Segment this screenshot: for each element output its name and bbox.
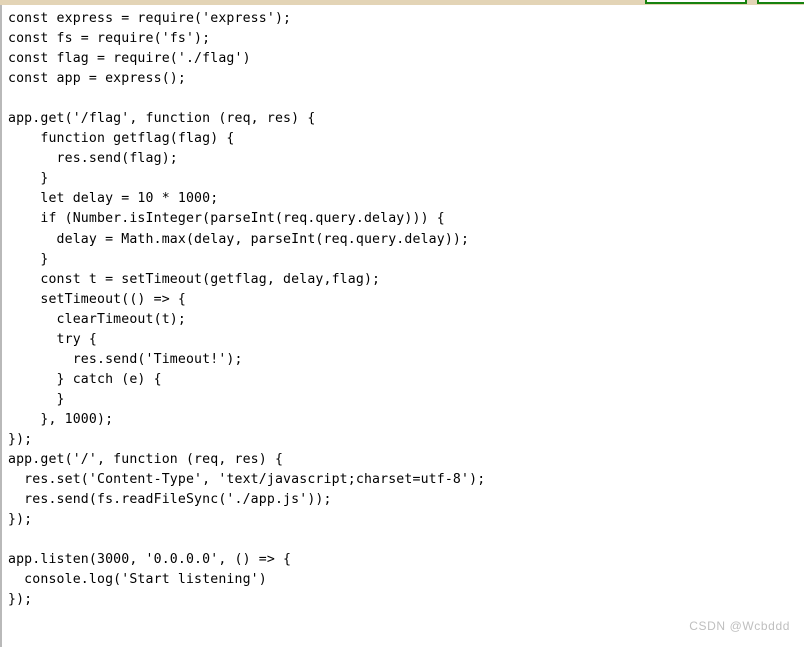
- code-line: console.log('Start listening'): [8, 572, 267, 588]
- code-line: app.listen(3000, '0.0.0.0', () => {: [8, 552, 292, 568]
- code-line: res.send(fs.readFileSync('./app.js'));: [8, 492, 332, 508]
- code-line: }, 1000);: [8, 411, 114, 427]
- code-line: } catch (e) {: [8, 371, 162, 387]
- code-line: });: [8, 592, 33, 608]
- code-line: const express = require('express');: [8, 11, 292, 26]
- code-line: if (Number.isInteger(parseInt(req.query.…: [8, 211, 445, 227]
- code-line: const t = setTimeout(getflag, delay,flag…: [8, 271, 381, 287]
- code-line: const app = express();: [8, 71, 186, 87]
- code-line: clearTimeout(t);: [8, 311, 186, 327]
- code-line: let delay = 10 * 1000;: [8, 191, 219, 207]
- code-listing: const express = require('express'); const…: [8, 9, 485, 610]
- code-line: const fs = require('fs');: [8, 31, 211, 47]
- code-line: res.send('Timeout!');: [8, 351, 243, 367]
- code-line: delay = Math.max(delay, parseInt(req.que…: [8, 231, 470, 247]
- watermark: CSDN @Wcbddd: [689, 619, 790, 633]
- code-line: }: [8, 391, 65, 407]
- code-line: app.get('/flag', function (req, res) {: [8, 111, 316, 127]
- code-line: }: [8, 251, 49, 267]
- code-line: res.set('Content-Type', 'text/javascript…: [8, 472, 486, 488]
- code-line: }: [8, 171, 49, 187]
- code-line: setTimeout(() => {: [8, 291, 186, 307]
- code-line: res.send(flag);: [8, 151, 178, 167]
- top-decoration-bar: [0, 0, 804, 5]
- code-line: function getflag(flag) {: [8, 131, 235, 147]
- code-line: app.get('/', function (req, res) {: [8, 452, 284, 468]
- code-line: try {: [8, 331, 97, 347]
- green-highlight-box-left: [645, 0, 747, 4]
- document-page: const express = require('express'); const…: [0, 5, 804, 647]
- code-line: });: [8, 431, 33, 447]
- green-highlight-box-right: [757, 0, 804, 4]
- code-line: const flag = require('./flag'): [8, 51, 251, 67]
- code-line: });: [8, 512, 33, 528]
